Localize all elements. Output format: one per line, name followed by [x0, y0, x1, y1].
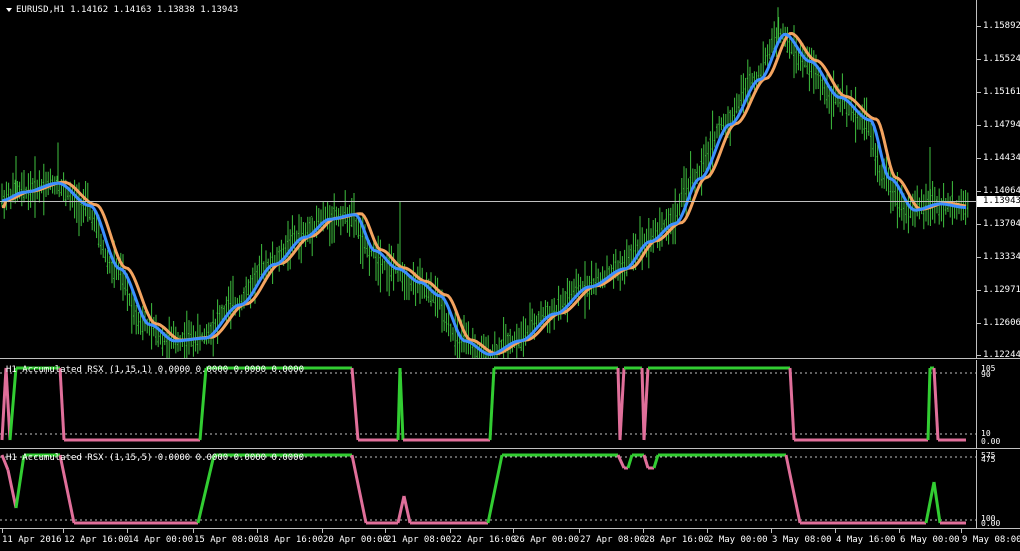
indicator1-title: H1 Accumulated RSX (1,15,1) 0.0000 0.000…	[6, 365, 305, 375]
price-tick-label: 1.14794	[983, 120, 1020, 130]
time-label: 15 Apr 08:00	[194, 535, 260, 545]
price-tick-label: 1.15161	[983, 87, 1020, 97]
symbol-header-text: EURUSD,H1 1.14162 1.14163 1.13838 1.1394…	[16, 5, 239, 15]
dropdown-triangle-icon[interactable]	[6, 7, 12, 12]
price-tick-label: 1.14064	[983, 186, 1020, 196]
time-label: 22 Apr 16:00	[451, 535, 517, 545]
indicator2-line-segment	[6, 469, 18, 509]
indicator2-line-segment	[652, 454, 660, 469]
indicator1-line-segment	[642, 367, 650, 441]
price-tick-label: 1.12971	[983, 285, 1020, 295]
time-label: 18 Apr 16:00	[258, 535, 324, 545]
indicator2-line-segment	[932, 481, 942, 524]
price-tick-label: 1.14434	[983, 153, 1020, 163]
time-label: 12 Apr 16:00	[64, 535, 130, 545]
price-tick-mark	[977, 59, 981, 60]
price-plot[interactable]	[0, 0, 976, 358]
price-tick-mark	[977, 26, 981, 27]
indicator2-line-segment	[626, 454, 634, 469]
pane-separator-2[interactable]	[0, 448, 1020, 449]
indicator2-line-segment	[402, 495, 412, 524]
indicator2-line-segment	[924, 481, 936, 524]
time-tick	[513, 529, 514, 533]
indicator1-line-segment	[788, 367, 796, 441]
moving-average-blue	[1, 32, 967, 357]
price-tick-mark	[977, 355, 981, 356]
time-tick	[2, 529, 3, 533]
indicator1-line-segment	[350, 367, 360, 441]
price-pane[interactable]	[0, 0, 1020, 358]
symbol-header: EURUSD,H1 1.14162 1.14163 1.13838 1.1394…	[6, 5, 238, 15]
indicator2-level-0: 0.00	[981, 519, 1001, 528]
price-tick-mark	[977, 191, 981, 192]
time-tick	[322, 529, 323, 533]
time-label: 4 May 16:00	[836, 535, 896, 545]
indicator1-line-segment	[398, 367, 405, 441]
time-tick	[899, 529, 900, 533]
time-tick	[835, 529, 836, 533]
price-tick-mark	[977, 158, 981, 159]
pane-separator-1[interactable]	[0, 358, 1020, 359]
chart-window[interactable]: { "symbol_header": "EURUSD,H1 1.14162 1.…	[0, 0, 1020, 551]
time-tick	[579, 529, 580, 533]
price-tick-mark	[977, 257, 981, 258]
time-tick	[450, 529, 451, 533]
price-tick-label: 1.15524	[983, 54, 1020, 64]
time-tick	[385, 529, 386, 533]
time-tick	[193, 529, 194, 533]
indicator1-line-segment	[618, 367, 626, 441]
price-tick-mark	[977, 290, 981, 291]
price-tick-mark	[977, 125, 981, 126]
indicator2-line-segment	[58, 454, 76, 524]
time-tick	[707, 529, 708, 533]
time-tick	[961, 529, 962, 533]
time-label: 14 Apr 00:00	[128, 535, 194, 545]
time-label: 2 May 00:00	[708, 535, 768, 545]
moving-average-orange	[2, 31, 967, 356]
time-tick	[771, 529, 772, 533]
indicator2-line-segment	[350, 454, 368, 524]
time-label: 11 Apr 2016	[2, 535, 62, 545]
indicator2-title: H1 Accumulated RSX (1,15,5) 0.0000 0.000…	[6, 453, 305, 463]
price-tick-label: 1.15892	[983, 21, 1020, 31]
time-label: 28 Apr 16:00	[644, 535, 710, 545]
indicator1-line-segment	[198, 367, 208, 441]
indicator1-level-90: 90	[981, 370, 991, 379]
current-price-tag: 1.13943	[977, 196, 1020, 207]
price-tick-mark	[977, 92, 981, 93]
indicator1-line-segment	[926, 367, 932, 441]
indicator1-line-segment	[932, 367, 940, 441]
time-label: 6 May 00:00	[900, 535, 960, 545]
indicator2-line-segment	[642, 454, 650, 469]
indicator1-line-segment	[488, 367, 496, 441]
time-tick	[127, 529, 128, 533]
indicator1-level-0: 0.00	[981, 437, 1001, 446]
indicator1-line-segment	[58, 367, 66, 441]
time-tick	[643, 529, 644, 533]
indicator2-line-segment	[486, 454, 504, 524]
time-label: 20 Apr 00:00	[323, 535, 389, 545]
indicator2-line-segment	[196, 454, 216, 524]
price-tick-mark	[977, 323, 981, 324]
time-tick	[257, 529, 258, 533]
indicator2-line-segment	[784, 454, 802, 524]
indicator2-line-segment	[396, 495, 406, 524]
indicator1-line-segment	[8, 367, 18, 441]
price-tick-mark	[977, 224, 981, 225]
time-label: 26 Apr 00:00	[514, 535, 580, 545]
time-label: 3 May 08:00	[772, 535, 832, 545]
price-tick-label: 1.13704	[983, 219, 1020, 229]
time-label: 9 May 08:00	[962, 535, 1020, 545]
time-label: 21 Apr 08:00	[386, 535, 452, 545]
indicator2-level-475: 475	[981, 455, 996, 464]
price-tick-label: 1.13334	[983, 252, 1020, 262]
time-label: 27 Apr 08:00	[580, 535, 646, 545]
price-tick-label: 1.12606	[983, 318, 1020, 328]
time-tick	[63, 529, 64, 533]
